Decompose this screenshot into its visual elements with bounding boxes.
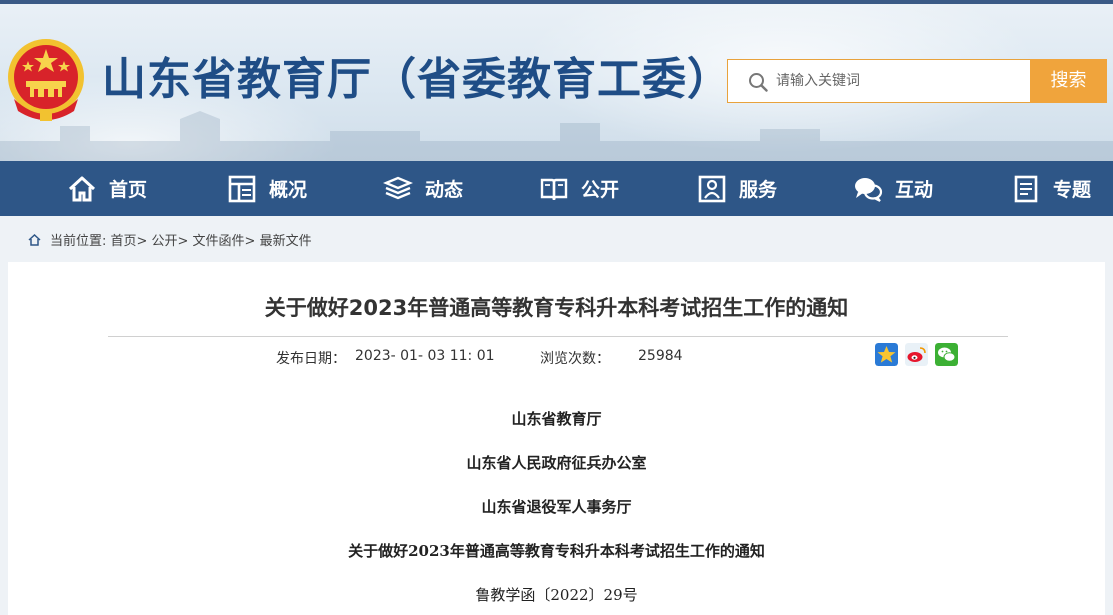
nav-label: 动态 <box>425 179 464 201</box>
issuer-line: 山东省退役军人事务厅 <box>481 498 632 516</box>
main-nav: 首页 概况 动态 公开 服务 互动 专题 <box>0 161 1113 216</box>
service-icon <box>698 175 726 202</box>
search-input[interactable] <box>776 66 1016 96</box>
nav-label: 互动 <box>895 179 934 201</box>
nav-item-service[interactable]: 服务 <box>697 161 777 216</box>
search-box <box>727 59 1031 103</box>
overview-icon <box>228 175 256 202</box>
chat-icon <box>855 177 883 202</box>
nav-item-public[interactable]: 公开 <box>539 161 619 216</box>
book-icon <box>540 178 568 200</box>
nav-item-home[interactable]: 首页 <box>67 161 147 216</box>
title-divider <box>108 336 1008 337</box>
issuer-line: 山东省人民政府征兵办公室 <box>466 454 647 472</box>
national-emblem-icon <box>8 39 84 121</box>
home-icon <box>68 176 96 201</box>
nav-label: 公开 <box>581 179 620 201</box>
search-icon <box>749 73 768 92</box>
search-button[interactable]: 搜索 <box>1030 59 1107 103</box>
publish-date: 2023- 01- 03 11: 01 <box>355 348 495 364</box>
qzone-icon[interactable] <box>875 343 898 366</box>
article-title: 关于做好2023年普通高等教育专科升本科考试招生工作的通知 <box>264 296 849 320</box>
nav-item-interaction[interactable]: 互动 <box>853 161 933 216</box>
nav-label: 概况 <box>269 179 308 201</box>
nav-item-news[interactable]: 动态 <box>383 161 463 216</box>
nav-label: 专题 <box>1053 179 1092 201</box>
wechat-icon[interactable] <box>935 343 958 366</box>
site-title[interactable]: 山东省教育厅（省委教育工委） <box>102 48 732 112</box>
views-label: 浏览次数： <box>540 351 610 367</box>
news-icon <box>383 176 413 199</box>
nav-item-topic[interactable]: 专题 <box>1011 161 1091 216</box>
views-count: 25984 <box>638 348 683 364</box>
publish-date-label: 发布日期： <box>276 351 346 367</box>
document-number: 鲁教学函〔2022〕29号 <box>475 586 638 604</box>
issuer-line: 山东省教育厅 <box>511 410 602 428</box>
site-header: 山东省教育厅（省委教育工委） 搜索 <box>0 4 1113 161</box>
document-title: 关于做好2023年普通高等教育专科升本科考试招生工作的通知 <box>348 542 765 560</box>
breadcrumb: 当前位置: 首页> 公开> 文件函件> 最新文件 <box>0 216 1113 262</box>
nav-label: 首页 <box>109 179 148 201</box>
nav-label: 服务 <box>739 179 778 201</box>
breadcrumb-text[interactable]: 当前位置: 首页> 公开> 文件函件> 最新文件 <box>50 230 312 249</box>
home-icon <box>28 234 41 246</box>
article-panel: 关于做好2023年普通高等教育专科升本科考试招生工作的通知 发布日期： 2023… <box>8 262 1105 615</box>
weibo-icon[interactable] <box>905 343 928 366</box>
topic-icon <box>1014 175 1038 202</box>
nav-item-overview[interactable]: 概况 <box>227 161 307 216</box>
